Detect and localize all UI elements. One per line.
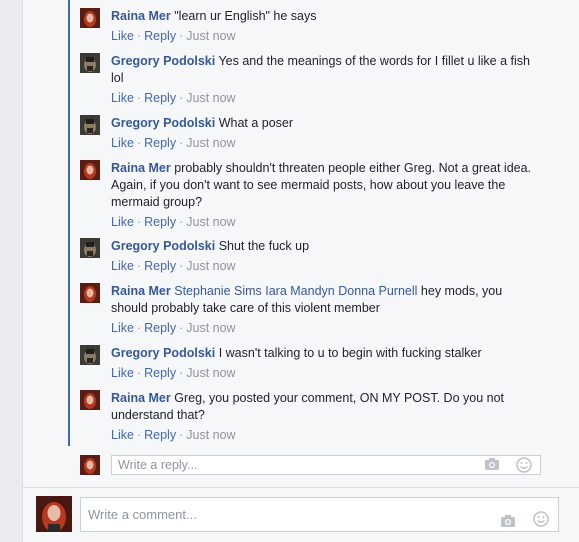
avatar[interactable] (80, 53, 100, 73)
separator: · (179, 321, 184, 335)
separator: · (179, 259, 184, 273)
reply-link[interactable]: Reply (144, 428, 176, 442)
reply-actions: Like · Reply · Just now (111, 319, 560, 337)
timestamp[interactable]: Just now (186, 29, 235, 43)
author-name[interactable]: Raina Mer (111, 391, 171, 405)
reply-actions: Like · Reply · Just now (111, 213, 560, 231)
like-link[interactable]: Like (111, 259, 134, 273)
separator: · (136, 366, 142, 380)
reply-body: Raina Mer Stephanie Sims Iara Mandyn Don… (111, 283, 560, 317)
reply-input[interactable]: Write a reply... (111, 455, 541, 475)
author-name[interactable]: Gregory Podolski (111, 239, 215, 253)
avatar[interactable] (80, 345, 100, 365)
mention-links[interactable]: Stephanie Sims Iara Mandyn Donna Purnell (174, 284, 417, 298)
avatar[interactable] (80, 160, 100, 180)
reply-item: Gregory Podolski What a poser Like · Reply… (80, 115, 560, 152)
reply-actions: Like · Reply · Just now (111, 27, 560, 45)
separator: · (179, 428, 184, 442)
reply-actions: Like · Reply · Just now (111, 134, 560, 152)
separator: · (136, 91, 142, 105)
avatar[interactable] (80, 238, 100, 258)
reply-item: Gregory Podolski Yes and the meanings of… (80, 53, 560, 107)
camera-icon[interactable] (500, 507, 516, 540)
avatar (36, 496, 72, 532)
avatar[interactable] (80, 283, 100, 303)
emoji-icon[interactable] (533, 506, 549, 539)
separator: · (136, 136, 142, 150)
reply-link[interactable]: Reply (144, 91, 176, 105)
reply-body: Raina Mer probably shouldn't threaten pe… (111, 160, 560, 211)
reply-actions: Like · Reply · Just now (111, 89, 560, 107)
timestamp[interactable]: Just now (186, 215, 235, 229)
separator: · (136, 321, 142, 335)
like-link[interactable]: Like (111, 428, 134, 442)
camera-icon[interactable] (484, 457, 500, 476)
author-name[interactable]: Gregory Podolski (111, 116, 215, 130)
separator: · (136, 215, 142, 229)
reply-body: Raina Mer "learn ur English" he says (111, 8, 560, 25)
timestamp[interactable]: Just now (186, 321, 235, 335)
like-link[interactable]: Like (111, 215, 134, 229)
reply-link[interactable]: Reply (144, 136, 176, 150)
reply-link[interactable]: Reply (144, 321, 176, 335)
reply-body: Gregory Podolski Shut the fuck up (111, 238, 560, 255)
reply-item: Gregory Podolski I wasn't talking to u t… (80, 345, 560, 382)
reply-text: I wasn't talking to u to begin with fuck… (218, 346, 482, 360)
timestamp[interactable]: Just now (186, 428, 235, 442)
reply-actions: Like · Reply · Just now (111, 364, 560, 382)
separator: · (179, 91, 184, 105)
author-name[interactable]: Raina Mer (111, 9, 171, 23)
comment-input[interactable]: Write a comment... (80, 497, 559, 532)
like-link[interactable]: Like (111, 321, 134, 335)
reply-item: Raina Mer probably shouldn't threaten pe… (80, 160, 560, 231)
author-name[interactable]: Raina Mer (111, 161, 171, 175)
separator: · (179, 136, 184, 150)
timestamp[interactable]: Just now (186, 91, 235, 105)
avatar[interactable] (80, 115, 100, 135)
reply-item: Gregory Podolski Shut the fuck up Like · R… (80, 238, 560, 275)
reply-actions: Like · Reply · Just now (111, 426, 560, 444)
reply-text: Shut the fuck up (218, 239, 310, 253)
reply-body: Gregory Podolski Yes and the meanings of… (111, 53, 560, 87)
avatar[interactable] (80, 8, 100, 28)
separator: · (136, 29, 142, 43)
reply-item: Raina Mer Stephanie Sims Iara Mandyn Don… (80, 283, 560, 337)
like-link[interactable]: Like (111, 91, 134, 105)
reply-actions: Like · Reply · Just now (111, 257, 560, 275)
separator: · (136, 259, 142, 273)
reply-item: Raina Mer Greg, you posted your comment,… (80, 390, 560, 444)
reply-text: probably shouldn't threaten people eithe… (111, 161, 532, 209)
separator: · (136, 428, 142, 442)
timestamp[interactable]: Just now (186, 366, 235, 380)
author-name[interactable]: Raina Mer (111, 284, 171, 298)
separator: · (179, 366, 184, 380)
like-link[interactable]: Like (111, 366, 134, 380)
reply-item: Raina Mer "learn ur English" he says Lik… (80, 8, 560, 45)
timestamp[interactable]: Just now (186, 136, 235, 150)
reply-body: Gregory Podolski I wasn't talking to u t… (111, 345, 560, 362)
like-link[interactable]: Like (111, 29, 134, 43)
like-link[interactable]: Like (111, 136, 134, 150)
author-name[interactable]: Gregory Podolski (111, 346, 215, 360)
timestamp[interactable]: Just now (186, 259, 235, 273)
author-name[interactable]: Gregory Podolski (111, 54, 215, 68)
reply-body: Raina Mer Greg, you posted your comment,… (111, 390, 560, 424)
emoji-icon[interactable] (516, 457, 532, 478)
reply-link[interactable]: Reply (144, 29, 176, 43)
reply-link[interactable]: Reply (144, 259, 176, 273)
thread-line (68, 0, 70, 446)
avatar (80, 455, 100, 475)
reply-text: What a poser (218, 116, 294, 130)
separator: · (179, 215, 184, 229)
divider (22, 487, 579, 488)
reply-text: "learn ur English" he says (174, 9, 317, 23)
separator: · (179, 29, 184, 43)
reply-body: Gregory Podolski What a poser (111, 115, 560, 132)
reply-link[interactable]: Reply (144, 366, 176, 380)
reply-link[interactable]: Reply (144, 215, 176, 229)
avatar[interactable] (80, 390, 100, 410)
